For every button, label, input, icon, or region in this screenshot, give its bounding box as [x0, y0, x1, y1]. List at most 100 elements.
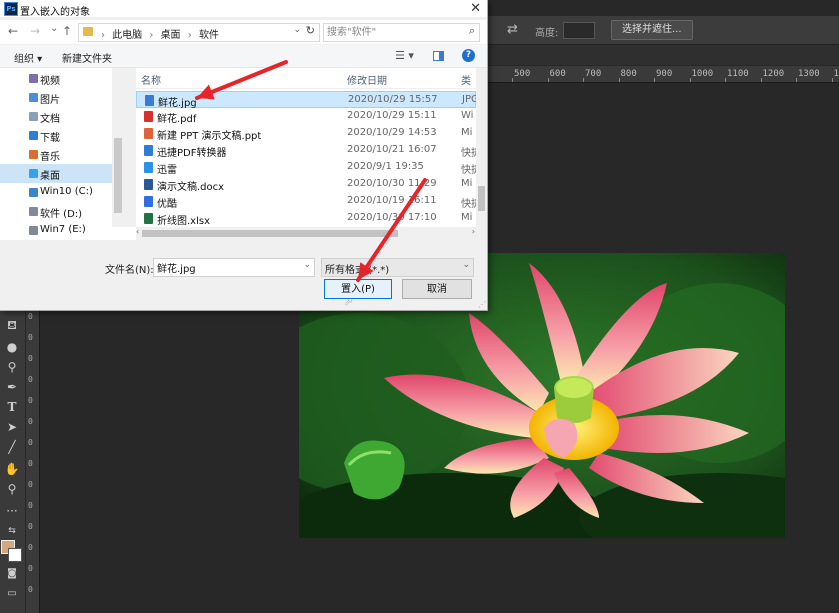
tree-item[interactable]: Win7 (E:): [0, 221, 112, 240]
chevron-down-icon[interactable]: ⌄: [303, 260, 311, 270]
file-row[interactable]: 鲜花.jpg 2020/10/29 15:57 JPG: [136, 91, 476, 109]
ruler-tick-label: 500: [514, 69, 531, 79]
preview-pane-icon[interactable]: [433, 51, 444, 61]
scrollbar-thumb[interactable]: [142, 230, 398, 237]
file-row[interactable]: 新建 PPT 演示文稿.ppt 2020/10/29 14:53 Mi: [136, 125, 476, 142]
scrollbar-thumb[interactable]: [478, 186, 485, 211]
place-button[interactable]: 置入(P): [324, 279, 392, 299]
horizontal-ruler: 500 600 700 800 900 1000 1100 1200 1300 1400: [487, 66, 839, 83]
file-row[interactable]: 优酷 2020/10/19 16:11 快捷: [136, 193, 476, 210]
column-name-header[interactable]: 名称: [141, 72, 161, 87]
blur-drop-icon[interactable]: ●: [2, 338, 22, 356]
tree-item-label: Win10 (C:): [40, 186, 93, 197]
file-date: 2020/10/30 17:10: [347, 212, 437, 223]
view-options-icon[interactable]: ☰ ▾: [395, 49, 414, 62]
tree-item[interactable]: 下载: [0, 126, 112, 145]
organize-button[interactable]: 组织 ▾: [14, 50, 42, 65]
close-icon[interactable]: ✕: [470, 1, 481, 16]
file-row[interactable]: 鲜花.pdf 2020/10/29 15:11 Wi: [136, 108, 476, 125]
tree-item[interactable]: 视频: [0, 69, 112, 88]
file-row[interactable]: 迅雷 2020/9/1 19:35 快捷: [136, 159, 476, 176]
swap-colors-icon[interactable]: ⇆: [2, 522, 22, 540]
help-icon[interactable]: ?: [462, 49, 475, 62]
quick-mask-icon[interactable]: ◙: [2, 565, 22, 583]
file-type: Mi: [461, 212, 473, 223]
column-date-header[interactable]: 修改日期: [347, 72, 387, 87]
scroll-right-icon[interactable]: ›: [472, 227, 475, 236]
file-name: 迅雷: [157, 165, 177, 176]
ruler-tick-mark: [618, 78, 620, 82]
filename-input[interactable]: [157, 260, 297, 274]
height-field[interactable]: [563, 22, 595, 39]
back-arrow-icon[interactable]: ←: [8, 24, 18, 38]
tree-scrollbar-thumb[interactable]: [114, 138, 122, 213]
file-type: Mi: [461, 178, 473, 189]
folder-icon: [29, 112, 38, 121]
vruler-tick-label: 0: [28, 585, 33, 594]
forward-arrow-icon[interactable]: →: [30, 24, 40, 38]
chevron-down-icon[interactable]: ⌄: [462, 260, 470, 270]
folder-icon: [29, 131, 38, 140]
breadcrumb-item-desktop[interactable]: 桌面: [161, 30, 181, 41]
file-name: 优酷: [157, 199, 177, 210]
breadcrumb-item-software[interactable]: 软件: [199, 30, 219, 41]
resize-grip-icon[interactable]: ⋰: [478, 300, 486, 309]
file-row[interactable]: 演示文稿.docx 2020/10/30 11:29 Mi: [136, 176, 476, 193]
paint-bucket-icon[interactable]: ⛾: [2, 316, 22, 334]
file-row[interactable]: 折线图.xlsx 2020/10/30 17:10 Mi: [136, 210, 476, 227]
tree-horizontal-spacer: [112, 227, 136, 240]
folder-icon: [29, 226, 38, 235]
screen-mode-icon[interactable]: ▭: [2, 585, 22, 603]
tree-item[interactable]: 文档: [0, 107, 112, 126]
swap-icon[interactable]: ⇄: [507, 22, 518, 37]
column-type-header[interactable]: 类: [461, 72, 471, 87]
dodge-icon[interactable]: ⚲: [2, 358, 22, 376]
more-tools-icon[interactable]: ···: [2, 502, 22, 520]
breadcrumb-separator: ›: [187, 30, 192, 41]
cancel-button[interactable]: 取消: [402, 279, 472, 299]
chevron-down-icon[interactable]: ⌄: [293, 25, 301, 35]
refresh-icon[interactable]: ↻: [306, 24, 315, 37]
ruler-tick-mark: [547, 78, 549, 82]
tree-item-label: 桌面: [40, 171, 60, 182]
scroll-left-icon[interactable]: ‹: [136, 227, 139, 236]
ruler-tick-label: 1000: [691, 69, 714, 79]
folder-icon: [29, 93, 38, 102]
file-type-icon: [144, 111, 153, 122]
ruler-tick-mark: [512, 78, 513, 82]
file-list-vertical-scrollbar[interactable]: [476, 68, 487, 227]
tree-item[interactable]: 软件 (D:): [0, 202, 112, 221]
tree-scrollbar[interactable]: [112, 68, 124, 240]
file-type-select[interactable]: 所有格式 (*.*) ⌄: [321, 258, 474, 277]
file-row[interactable]: 迅捷PDF转换器 2020/10/21 16:07 快捷: [136, 142, 476, 159]
tree-item[interactable]: 桌面: [0, 164, 112, 183]
file-list-horizontal-scrollbar[interactable]: ‹ ›: [136, 227, 476, 240]
vruler-tick-label: 0: [28, 417, 33, 426]
select-and-mask-button[interactable]: 选择并遮住...: [611, 20, 693, 40]
ps-options-bar: ⇄ 高度: 选择并遮住...: [487, 16, 839, 45]
new-folder-button[interactable]: 新建文件夹: [62, 50, 112, 65]
vruler-tick-label: 0: [28, 459, 33, 468]
tree-item[interactable]: 图片: [0, 88, 112, 107]
dialog-titlebar: Ps 置入嵌入的对象 ✕: [0, 0, 487, 18]
vruler-tick-label: 0: [28, 333, 33, 342]
search-icon[interactable]: ⌕: [469, 24, 475, 38]
search-box[interactable]: ⌕: [323, 23, 480, 42]
recent-locations-dropdown-icon[interactable]: ⌄: [50, 23, 58, 34]
ruler-tick-label: 1200: [762, 69, 785, 79]
breadcrumb-item-this-pc[interactable]: 此电脑: [112, 30, 142, 41]
zoom-icon[interactable]: ⚲: [2, 480, 22, 498]
up-folder-icon[interactable]: ↑: [62, 24, 72, 38]
search-input[interactable]: [327, 25, 452, 39]
line-tool-icon[interactable]: ╱: [2, 438, 22, 456]
pen-icon[interactable]: ✒: [2, 378, 22, 396]
filename-combobox[interactable]: ⌄: [153, 258, 315, 277]
vruler-tick-label: 0: [28, 354, 33, 363]
address-bar[interactable]: › 此电脑 › 桌面 › 软件 ⌄ ↻: [78, 23, 320, 42]
tree-item[interactable]: Win10 (C:): [0, 183, 112, 202]
tree-item[interactable]: 音乐: [0, 145, 112, 164]
hand-icon[interactable]: ✋: [2, 460, 22, 478]
background-color-swatch[interactable]: [8, 548, 22, 562]
type-tool-icon[interactable]: T: [2, 398, 22, 416]
path-selection-icon[interactable]: ➤: [2, 418, 22, 436]
